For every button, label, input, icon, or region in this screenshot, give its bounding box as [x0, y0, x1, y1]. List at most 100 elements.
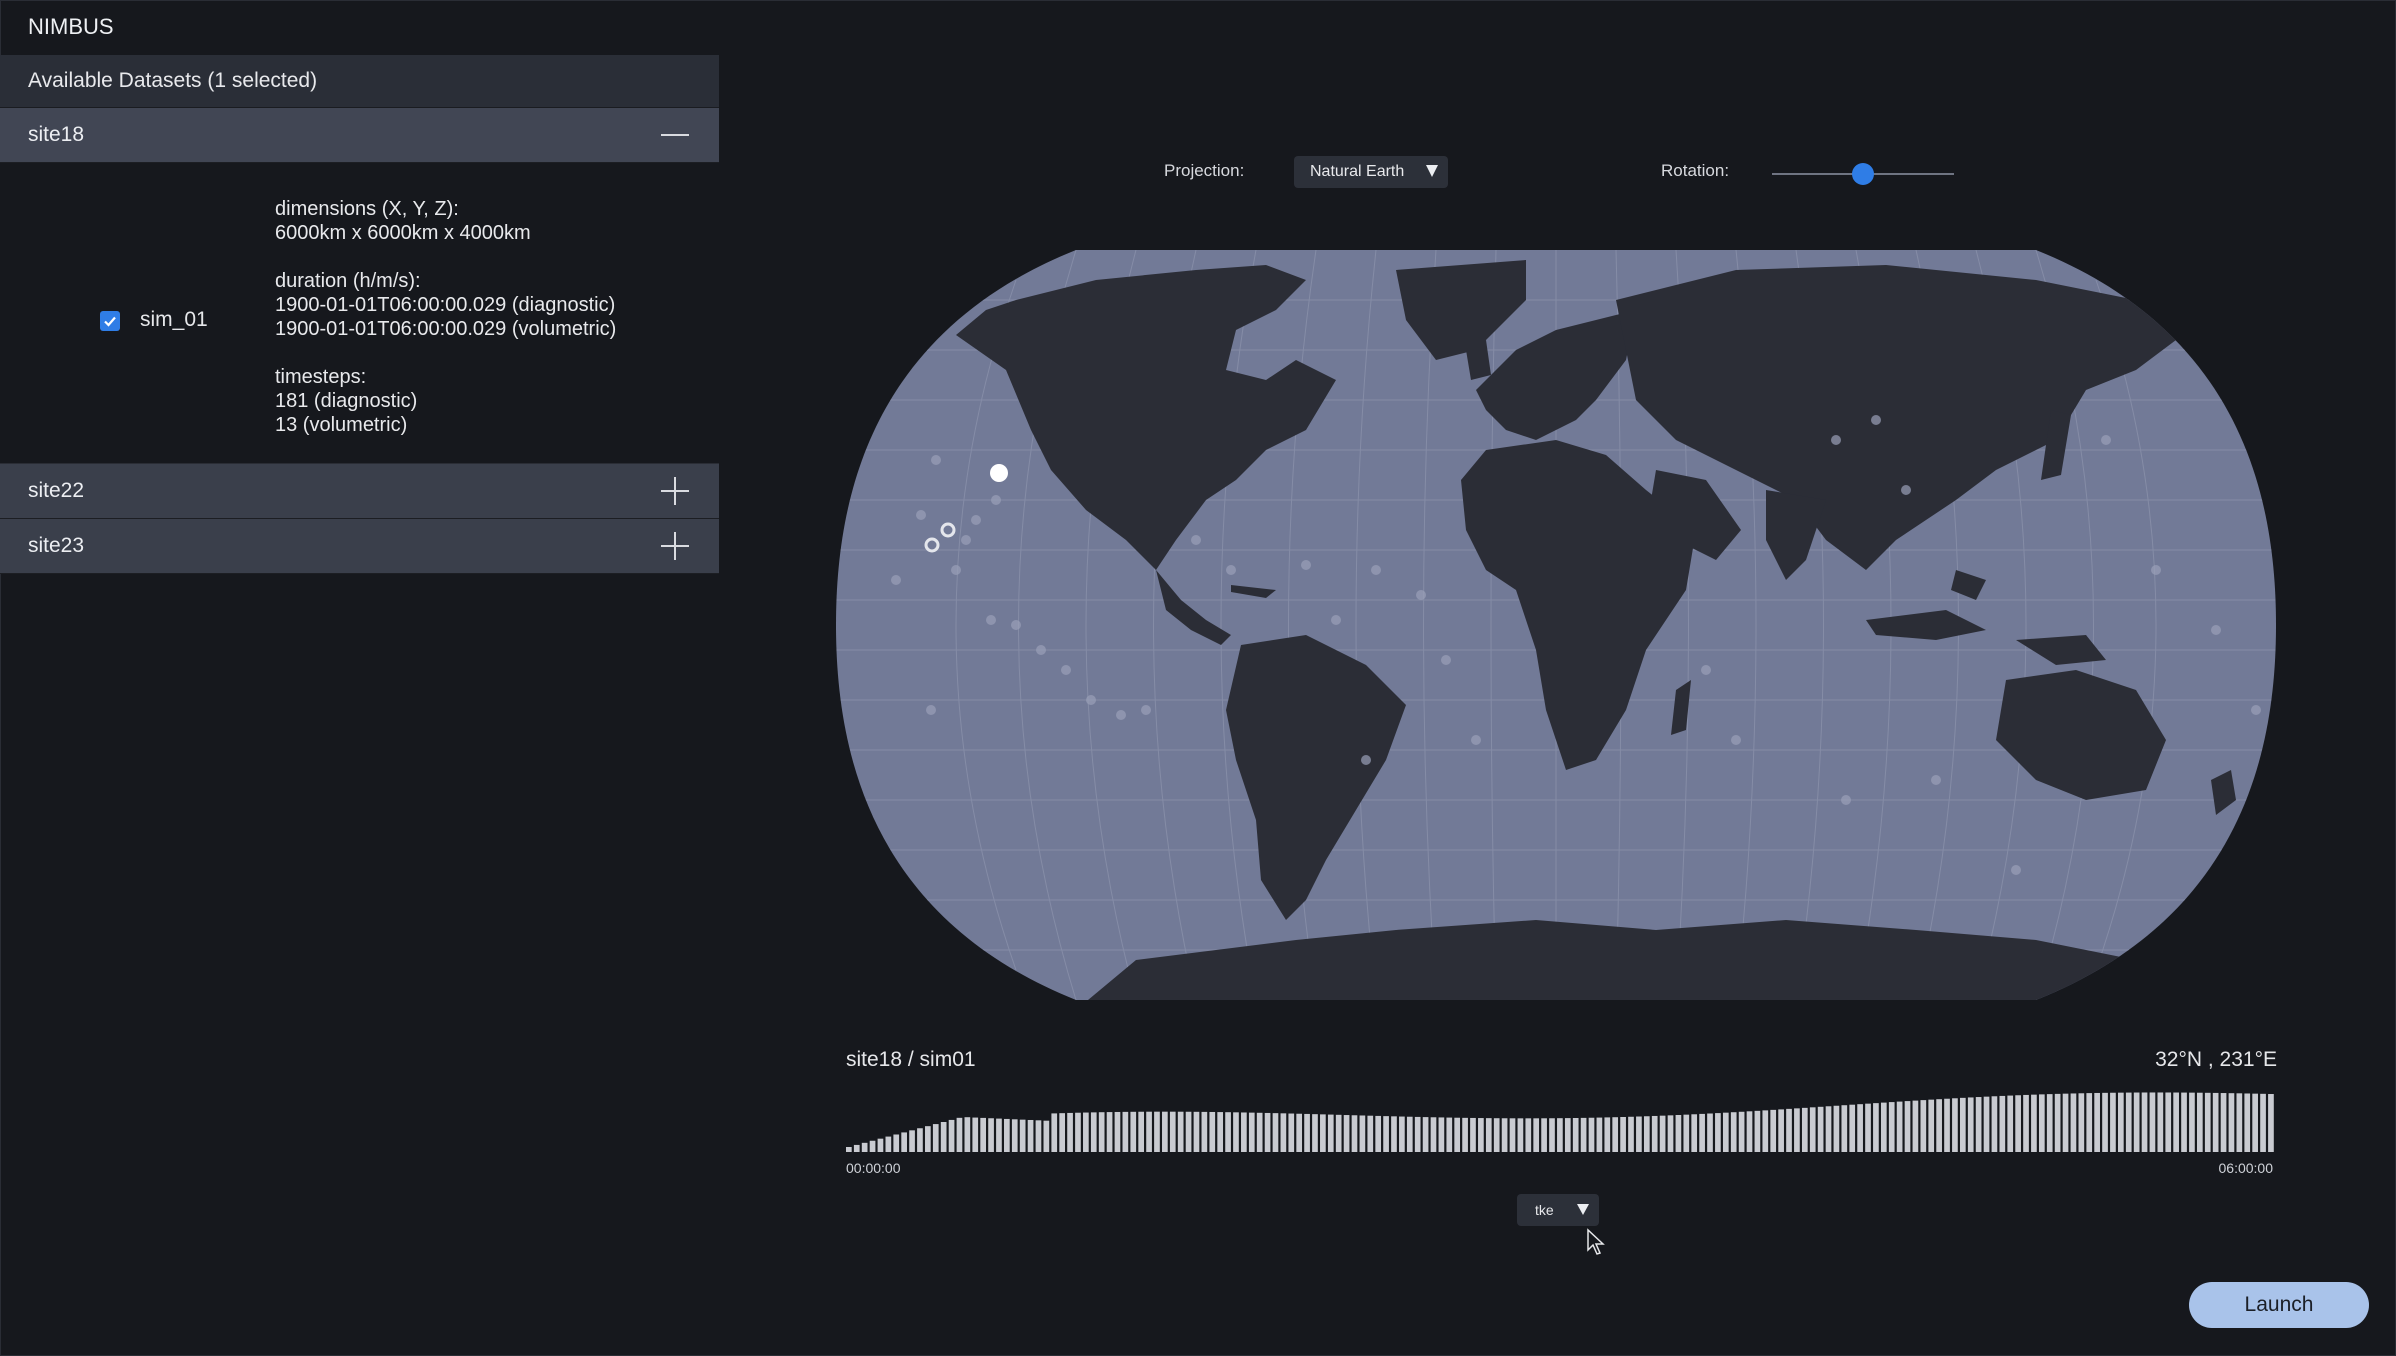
histogram-bar — [1312, 1114, 1318, 1152]
variable-select[interactable]: tke — [1517, 1194, 1599, 1226]
timeline-histogram[interactable] — [846, 1074, 2276, 1152]
launch-button[interactable]: Launch — [2189, 1282, 2369, 1328]
plus-icon[interactable] — [661, 531, 691, 561]
histogram-bar — [1122, 1111, 1129, 1152]
histogram-bar — [2031, 1094, 2037, 1152]
histogram-bar — [1051, 1113, 1058, 1152]
rotation-label: Rotation: — [1661, 161, 1730, 180]
histogram-bar — [1549, 1118, 1555, 1152]
histogram-bar — [1454, 1117, 1461, 1152]
checkmark-icon — [104, 316, 116, 327]
histogram-bar — [2149, 1092, 2156, 1152]
timesteps-label: timesteps: — [275, 366, 367, 388]
histogram-bar — [1967, 1097, 1974, 1152]
histogram-bar — [1541, 1118, 1547, 1152]
histogram-bar — [1920, 1100, 1927, 1152]
histogram-bar — [1351, 1115, 1358, 1152]
plus-icon[interactable] — [661, 476, 691, 506]
histogram-bar — [1083, 1112, 1089, 1152]
histogram-bar — [1288, 1113, 1295, 1152]
histogram-bar — [909, 1130, 915, 1152]
histogram-bar — [1154, 1111, 1160, 1152]
sim-checkbox[interactable] — [100, 311, 120, 331]
timesteps-volumetric: 13 (volumetric) — [275, 414, 408, 436]
dataset-sidebar: Available Datasets (1 selected) site18 s… — [0, 55, 719, 574]
histogram-bar — [1857, 1104, 1863, 1152]
site-row-site23[interactable]: site23 — [0, 519, 719, 574]
histogram-bar — [1146, 1111, 1152, 1152]
histogram-bar — [1067, 1112, 1073, 1152]
projection-select[interactable]: Natural Earth — [1294, 156, 1448, 188]
histogram-bar — [1628, 1116, 1634, 1152]
histogram-bar — [1588, 1117, 1595, 1152]
histogram-bar — [2189, 1092, 2195, 1152]
caret-down-icon — [1426, 165, 1438, 177]
histogram-bar — [1849, 1104, 1856, 1152]
histogram-bar — [885, 1136, 892, 1152]
world-map[interactable] — [836, 240, 2276, 1010]
histogram-bar — [1762, 1110, 1769, 1152]
site-row-site18[interactable]: site18 — [0, 108, 719, 163]
histogram-bar — [917, 1128, 923, 1152]
histogram-bar — [1035, 1120, 1042, 1152]
site-row-site22[interactable]: site22 — [0, 464, 719, 519]
histogram-bar — [1841, 1105, 1848, 1152]
histogram-bar — [956, 1117, 963, 1152]
histogram-bar — [1722, 1112, 1729, 1152]
histogram-bar — [964, 1117, 971, 1152]
histogram-bar — [2212, 1092, 2219, 1152]
histogram-bar — [1904, 1101, 1911, 1152]
histogram-bar — [1375, 1115, 1382, 1152]
histogram-bar — [1209, 1111, 1216, 1152]
histogram-bar — [2196, 1092, 2203, 1152]
histogram-bar — [2094, 1092, 2100, 1152]
histogram-bar — [1801, 1107, 1808, 1152]
histogram-bar — [1675, 1115, 1682, 1152]
histogram-bar — [1011, 1119, 1018, 1152]
histogram-bar — [1580, 1117, 1587, 1152]
histogram-bar — [2078, 1093, 2085, 1152]
histogram-bar — [1557, 1118, 1563, 1152]
timeline-start-time: 00:00:00 — [846, 1160, 901, 1176]
histogram-bar — [1888, 1102, 1895, 1152]
histogram-bar — [1391, 1116, 1397, 1152]
histogram-bar — [1462, 1117, 1468, 1152]
histogram-bar — [1280, 1113, 1287, 1152]
histogram-bar — [1478, 1118, 1484, 1152]
histogram-bar — [1027, 1119, 1034, 1152]
histogram-bar — [1880, 1102, 1887, 1152]
histogram-bar — [2038, 1094, 2045, 1152]
histogram-bar — [1636, 1116, 1642, 1152]
histogram-bar — [1059, 1113, 1065, 1152]
histogram-bar — [988, 1118, 994, 1152]
rotation-slider-thumb[interactable] — [1852, 163, 1874, 185]
histogram-bar — [2007, 1095, 2014, 1152]
histogram-bar — [1683, 1114, 1690, 1152]
histogram-bar — [2070, 1093, 2077, 1152]
histogram-bar — [1296, 1113, 1303, 1152]
histogram-bar — [1430, 1117, 1437, 1152]
histogram-bar — [2165, 1092, 2172, 1152]
histogram-bar — [2220, 1093, 2227, 1152]
histogram-bar — [1770, 1109, 1777, 1152]
histogram-bar — [1564, 1118, 1571, 1152]
histogram-bar — [1193, 1111, 1200, 1152]
histogram-bar — [1865, 1103, 1871, 1152]
histogram-bar — [2141, 1092, 2148, 1152]
histogram-bar — [2268, 1094, 2274, 1152]
histogram-bar — [1327, 1114, 1334, 1152]
site-name: site22 — [28, 479, 85, 502]
histogram-bar — [1620, 1117, 1626, 1152]
minus-icon[interactable] — [661, 120, 691, 150]
histogram-bar — [1264, 1112, 1271, 1152]
histogram-bar — [1177, 1111, 1184, 1152]
site-name: site23 — [28, 534, 85, 557]
timeline-end-time: 06:00:00 — [2218, 1160, 2274, 1176]
histogram-bar — [1185, 1111, 1192, 1152]
histogram-bar — [1944, 1098, 1950, 1152]
site-name: site18 — [28, 123, 85, 146]
histogram-bar — [1952, 1098, 1958, 1152]
sim-label[interactable]: sim_01 — [140, 308, 208, 332]
histogram-bar — [1873, 1103, 1879, 1152]
histogram-bar — [1256, 1112, 1263, 1152]
